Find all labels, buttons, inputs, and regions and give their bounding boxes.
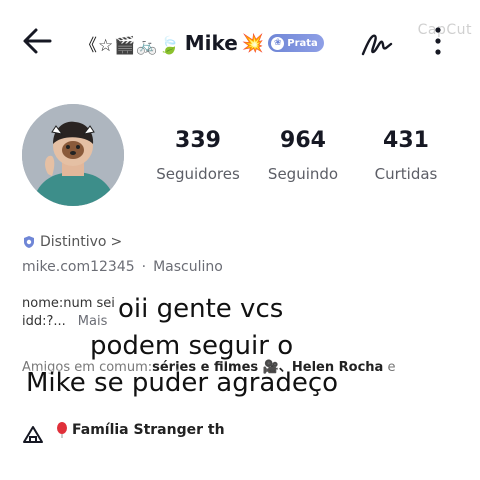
- burst-emoji: 💥: [241, 32, 265, 54]
- username: Mike: [184, 31, 238, 55]
- following-stat[interactable]: 964 Seguindo: [253, 128, 353, 183]
- gender: Masculino: [153, 259, 223, 275]
- capcut-watermark: CapCut: [417, 22, 472, 38]
- following-label: Seguindo: [267, 165, 339, 183]
- more-link[interactable]: Mais: [78, 314, 108, 329]
- meta-separator: ·: [141, 259, 147, 275]
- profile-title: 《☆🎬🚲🍃 Mike 💥 ❀ Prata: [80, 28, 324, 58]
- chevron-right-icon: >: [110, 234, 123, 250]
- caption-line-1: oii gente vcs: [118, 294, 284, 324]
- title-emoji-prefix: 《☆🎬🚲🍃: [80, 35, 181, 56]
- caption-line-3: Mike se puder agradeço: [26, 368, 339, 398]
- likes-stat[interactable]: 431 Curtidas: [356, 128, 456, 183]
- mutual-suffix: e: [387, 360, 396, 375]
- family-group-link[interactable]: Família Stranger th: [56, 422, 225, 438]
- distintivo-label: Distintivo: [40, 234, 107, 250]
- badge-icon: ❀: [271, 36, 285, 50]
- handle: mike.com12345: [22, 259, 135, 275]
- level-badge[interactable]: ❀ Prata: [268, 34, 324, 52]
- balloon-icon: [57, 422, 67, 438]
- community-icon[interactable]: [22, 424, 44, 444]
- followers-count: 339: [175, 128, 221, 153]
- vertical-dots-icon[interactable]: [432, 24, 444, 58]
- back-arrow-icon[interactable]: [20, 26, 56, 56]
- following-count: 964: [280, 128, 326, 153]
- likes-label: Curtidas: [374, 165, 438, 183]
- bio-line-1: nome:num sei: [22, 296, 115, 311]
- bio-line-2: idd:?... Mais: [22, 314, 107, 329]
- avatar[interactable]: [22, 104, 124, 206]
- signature-icon[interactable]: [360, 28, 394, 58]
- family-group-name: Família Stranger th: [72, 422, 225, 438]
- shield-icon: [24, 236, 34, 248]
- badge-label: Prata: [287, 37, 318, 49]
- profile-meta: mike.com12345 · Masculino: [22, 259, 223, 275]
- bio-line-2-text: idd:?...: [22, 314, 66, 329]
- followers-label: Seguidores: [156, 165, 240, 183]
- distintivo-link[interactable]: Distintivo >: [22, 234, 122, 250]
- caption-line-2: podem seguir o: [90, 331, 294, 361]
- followers-stat[interactable]: 339 Seguidores: [148, 128, 248, 183]
- likes-count: 431: [383, 128, 429, 153]
